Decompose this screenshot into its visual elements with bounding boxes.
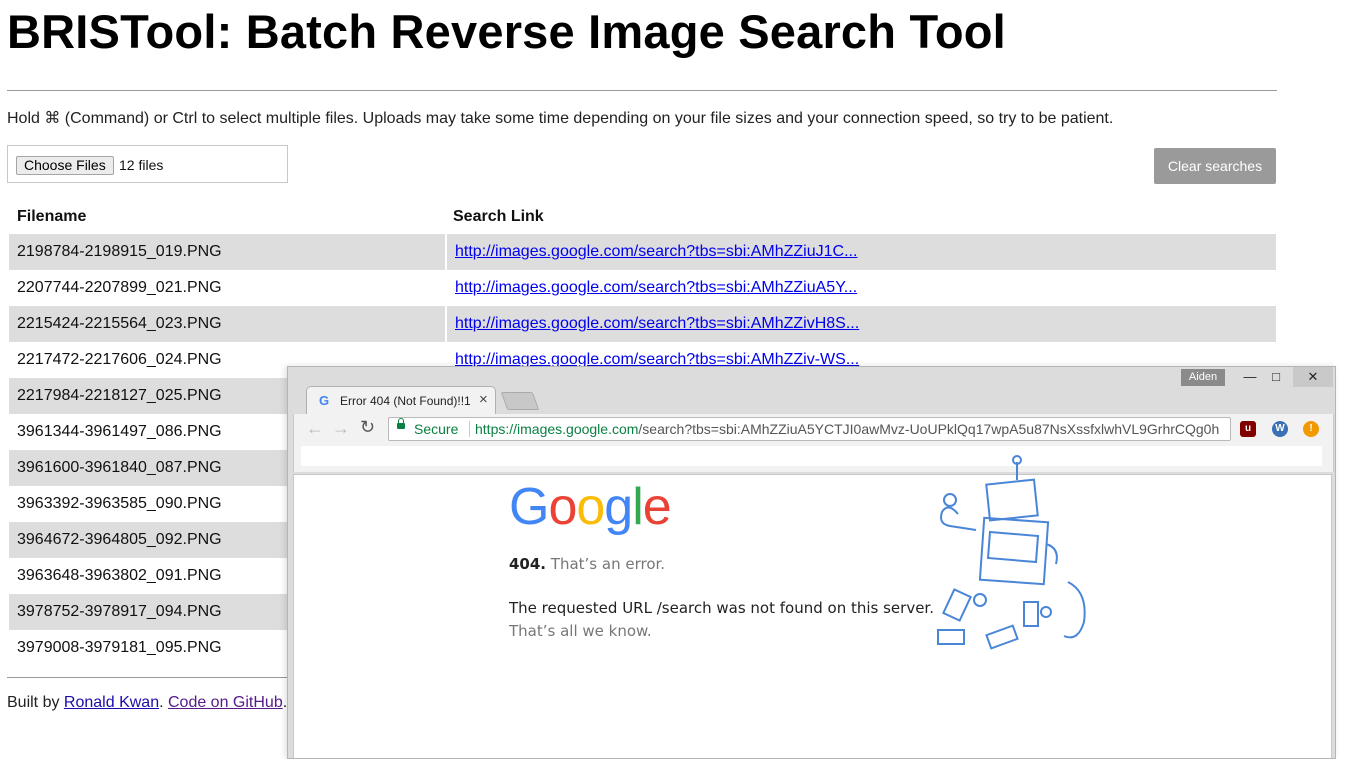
bookmarks-bar (293, 444, 1334, 472)
footer: Built by Ronald Kwan. Code on GitHub. (7, 694, 287, 712)
reload-icon[interactable]: ↻ (360, 417, 375, 438)
maximize-icon[interactable]: □ (1259, 367, 1293, 387)
file-input[interactable]: Choose Files 12 files (7, 145, 288, 183)
filename-cell: 2215424-2215564_023.PNG (9, 306, 445, 342)
error-message-secondary: That’s all we know. (509, 622, 652, 640)
header-filename: Filename (17, 208, 87, 225)
error-code-number: 404. (509, 555, 547, 573)
warning-extension-icon[interactable]: ! (1303, 421, 1319, 437)
search-link[interactable]: http://images.google.com/search?tbs=sbi:… (455, 315, 859, 332)
browser-toolbar: ← → ↻ Secure https://images.google.com/s… (293, 414, 1334, 444)
error-message: The requested URL /search was not found … (509, 599, 934, 617)
search-link-cell: http://images.google.com/search?tbs=sbi:… (445, 306, 1276, 342)
header-search-link: Search Link (453, 208, 544, 225)
table-row: 2207744-2207899_021.PNG http://images.goo… (9, 270, 1276, 306)
url-text[interactable]: https://images.google.com/search?tbs=sbi… (475, 421, 1219, 437)
back-arrow-icon[interactable]: ← (306, 418, 324, 439)
tab-close-icon[interactable]: × (479, 391, 488, 408)
address-bar[interactable]: Secure https://images.google.com/search?… (388, 417, 1231, 441)
secure-label: Secure (414, 421, 459, 437)
clear-searches-button[interactable]: Clear searches (1154, 148, 1276, 184)
search-link-cell: http://images.google.com/search?tbs=sbi:… (445, 270, 1276, 306)
ublock-extension-icon[interactable]: u (1240, 421, 1256, 437)
error-code: 404. That’s an error. (509, 555, 665, 573)
browser-window: Aiden — □ ✕ G Error 404 (Not Found)!!1 ×… (287, 366, 1336, 759)
google-favicon-icon: G (319, 393, 330, 408)
url-path: /search?tbs=sbi:AMhZZiuA5YCTJI0awMvz-UoU… (638, 421, 1220, 437)
choose-files-button[interactable]: Choose Files (16, 156, 114, 175)
new-tab-button[interactable] (500, 392, 540, 410)
table-row: 2198784-2198915_019.PNG http://images.goo… (9, 234, 1276, 270)
footer-sep: . (159, 694, 168, 711)
close-window-icon[interactable]: ✕ (1293, 367, 1333, 387)
footer-prefix: Built by (7, 694, 64, 711)
url-host: https://images.google.com (475, 421, 639, 437)
footer-divider (7, 677, 307, 678)
filename-cell: 2207744-2207899_021.PNG (17, 279, 222, 296)
broken-robot-illustration (937, 455, 1086, 650)
error-code-text: That’s an error. (550, 555, 666, 573)
title-divider (7, 90, 1277, 91)
search-link-cell: http://images.google.com/search?tbs=sbi:… (445, 234, 1276, 270)
search-link[interactable]: http://images.google.com/search?tbs=sbi:… (455, 279, 857, 296)
table-row: 2215424-2215564_023.PNG http://images.goo… (9, 306, 1276, 342)
github-link[interactable]: Code on GitHub (168, 694, 283, 711)
profile-badge[interactable]: Aiden (1181, 369, 1225, 386)
google-logo: Google (509, 478, 672, 536)
bookmarks-bar-area (301, 446, 1322, 466)
file-count-label: 12 files (119, 157, 164, 173)
address-separator (469, 421, 470, 437)
page-title: BRISTool: Batch Reverse Image Search Too… (7, 5, 1006, 58)
author-link[interactable]: Ronald Kwan (64, 694, 159, 711)
browser-tab[interactable]: G Error 404 (Not Found)!!1 × (306, 386, 496, 415)
instructions-text: Hold ⌘ (Command) or Ctrl to select multi… (7, 110, 1114, 127)
filename-cell: 2198784-2198915_019.PNG (9, 234, 445, 270)
lock-icon (397, 418, 405, 429)
tab-title: Error 404 (Not Found)!!1 (340, 394, 471, 408)
forward-arrow-icon[interactable]: → (332, 418, 350, 439)
search-link[interactable]: http://images.google.com/search?tbs=sbi:… (455, 243, 857, 260)
w-extension-icon[interactable]: W (1272, 421, 1288, 437)
